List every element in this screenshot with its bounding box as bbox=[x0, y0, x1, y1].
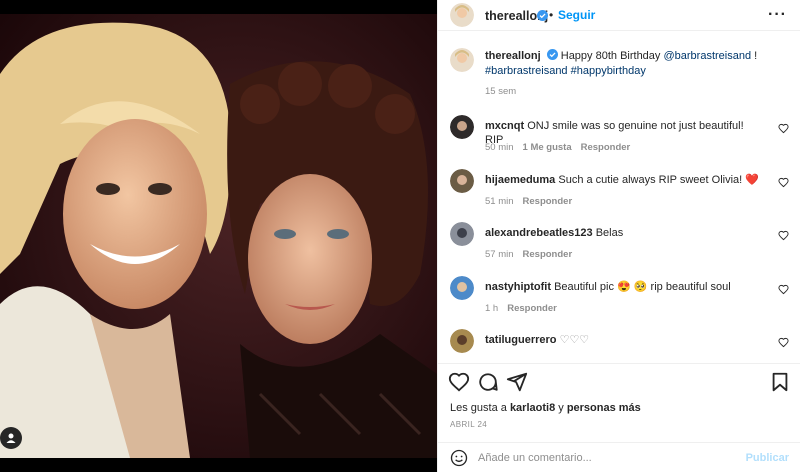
commenter-avatar[interactable] bbox=[450, 169, 474, 193]
user-icon bbox=[6, 433, 16, 443]
likes-others-link[interactable]: personas más bbox=[567, 402, 641, 414]
comment-likes[interactable]: 1 Me gusta bbox=[523, 142, 572, 153]
caption-username[interactable]: thereallonj bbox=[485, 50, 541, 62]
commenter-username[interactable]: hijaemeduma bbox=[485, 174, 555, 186]
likes-summary: Les gusta a karlaoti8 y personas más bbox=[450, 402, 641, 414]
verified-badge-icon bbox=[546, 49, 558, 60]
caption-suffix: ! bbox=[754, 50, 758, 62]
comment-body: alexandrebeatles123 Belas bbox=[485, 226, 765, 240]
comment-body: nastyhiptofit Beautiful pic 😍 🥺 rip beau… bbox=[485, 280, 765, 294]
post-media-pane bbox=[0, 0, 437, 472]
publish-comment-button[interactable]: Publicar bbox=[746, 452, 789, 464]
comment-text: Beautiful pic 😍 🥺 rip beautiful soul bbox=[554, 281, 731, 293]
commenter-username[interactable]: nastyhiptofit bbox=[485, 281, 551, 293]
photo-illustration bbox=[0, 14, 437, 458]
comment-item: nastyhiptofit Beautiful pic 😍 🥺 rip beau… bbox=[450, 276, 795, 328]
comment-item: mxcnqt ONJ smile was so genuine not just… bbox=[450, 115, 795, 167]
likes-prefix: Les gusta a bbox=[450, 402, 507, 414]
like-comment-heart-icon[interactable] bbox=[778, 337, 789, 348]
post-actions-bar bbox=[438, 363, 800, 399]
share-paper-plane-icon[interactable] bbox=[506, 371, 528, 393]
caption-mention-link[interactable]: @barbrastreisand bbox=[663, 50, 751, 62]
comment-meta: 51 min Responder bbox=[485, 196, 572, 207]
post-photo[interactable] bbox=[0, 14, 437, 458]
like-comment-heart-icon[interactable] bbox=[778, 284, 789, 295]
comment-time: 1 h bbox=[485, 303, 499, 314]
comment-time: 57 min bbox=[485, 249, 514, 260]
caption-avatar[interactable] bbox=[450, 48, 474, 72]
caption-text: thereallonj Happy 80th Birthday @barbras… bbox=[485, 49, 785, 79]
like-heart-icon[interactable] bbox=[448, 371, 470, 393]
comment-item: tatiluguerrero ♡♡♡ bbox=[450, 329, 795, 363]
commenter-username[interactable]: mxcnqt bbox=[485, 120, 524, 132]
like-comment-heart-icon[interactable] bbox=[778, 177, 789, 188]
commenter-username[interactable]: tatiluguerrero bbox=[485, 334, 557, 346]
commenter-avatar[interactable] bbox=[450, 276, 474, 300]
comment-body: hijaemeduma Such a cutie always RIP swee… bbox=[485, 173, 765, 187]
comment-time: 51 min bbox=[485, 196, 514, 207]
comment-body: tatiluguerrero ♡♡♡ bbox=[485, 333, 765, 347]
comment-time: 50 min bbox=[485, 142, 514, 153]
comment-meta: 50 min 1 Me gusta Responder bbox=[485, 142, 630, 153]
commenter-avatar[interactable] bbox=[450, 222, 474, 246]
reply-button[interactable]: Responder bbox=[507, 303, 557, 314]
post-header: thereallonj • Seguir ··· bbox=[438, 0, 800, 31]
reply-button[interactable]: Responder bbox=[581, 142, 631, 153]
comment-meta: 57 min Responder bbox=[485, 249, 572, 260]
comment-bubble-icon[interactable] bbox=[477, 371, 499, 393]
like-comment-heart-icon[interactable] bbox=[778, 230, 789, 241]
like-comment-heart-icon[interactable] bbox=[778, 123, 789, 134]
reply-button[interactable]: Responder bbox=[523, 249, 573, 260]
comment-item: alexandrebeatles123 Belas 57 min Respond… bbox=[450, 222, 795, 274]
comment-item: hijaemeduma Such a cutie always RIP swee… bbox=[450, 169, 795, 221]
commenter-avatar[interactable] bbox=[450, 115, 474, 139]
verified-badge-icon bbox=[537, 10, 548, 21]
reply-button[interactable]: Responder bbox=[523, 196, 573, 207]
likes-joiner: y bbox=[558, 402, 564, 414]
post-side-panel: thereallonj • Seguir ··· thereallonj Hap… bbox=[437, 0, 800, 472]
more-options-icon[interactable]: ··· bbox=[768, 6, 787, 24]
comment-text: Such a cutie always RIP sweet Olivia! ❤️ bbox=[558, 174, 759, 186]
caption-hashtags-link[interactable]: #barbrastreisand #happybirthday bbox=[485, 65, 646, 77]
commenter-avatar[interactable] bbox=[450, 329, 474, 353]
caption-body: Happy 80th Birthday bbox=[560, 50, 661, 62]
author-avatar[interactable] bbox=[450, 3, 474, 27]
comments-list[interactable]: thereallonj Happy 80th Birthday @barbras… bbox=[438, 31, 800, 363]
post-date[interactable]: ABRIL 24 bbox=[450, 420, 487, 429]
add-comment-bar: Publicar bbox=[438, 442, 800, 472]
likes-user-link[interactable]: karlaoti8 bbox=[510, 402, 555, 414]
emoji-smiley-icon[interactable] bbox=[450, 449, 468, 467]
comment-meta: 1 h Responder bbox=[485, 303, 557, 314]
commenter-username[interactable]: alexandrebeatles123 bbox=[485, 227, 593, 239]
comment-text: ♡♡♡ bbox=[559, 334, 590, 346]
caption-time: 15 sem bbox=[485, 86, 517, 97]
tagged-users-button[interactable] bbox=[0, 427, 22, 449]
save-bookmark-icon[interactable] bbox=[769, 371, 791, 393]
follow-button[interactable]: Seguir bbox=[558, 8, 595, 22]
header-separator: • bbox=[549, 8, 554, 22]
add-comment-input[interactable] bbox=[478, 449, 718, 467]
comment-text: Belas bbox=[595, 227, 624, 239]
